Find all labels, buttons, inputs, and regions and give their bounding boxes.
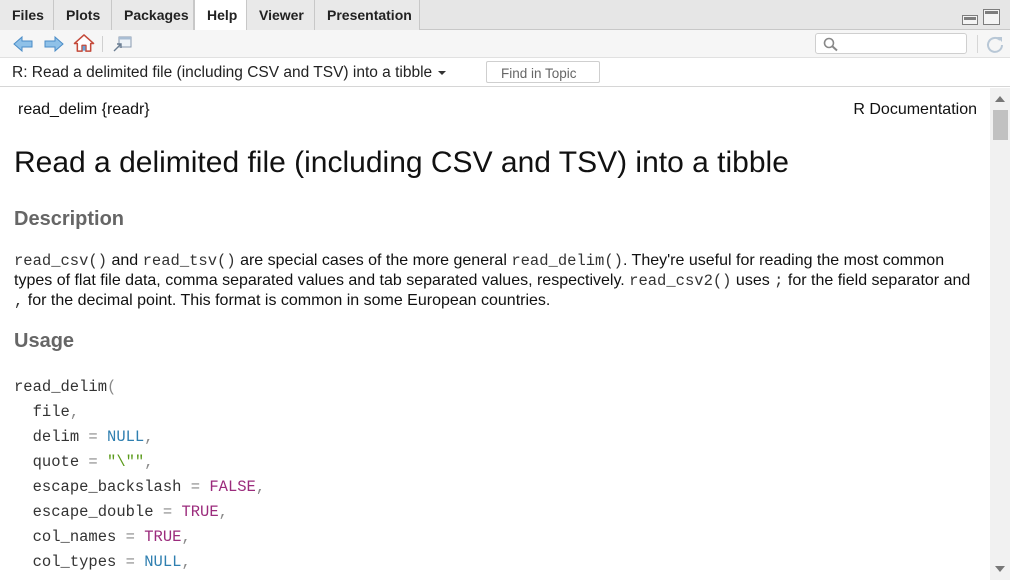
refresh-icon[interactable] (985, 34, 1005, 54)
help-search-input[interactable] (842, 36, 966, 53)
code-punct: , (69, 403, 80, 421)
find-in-topic-box (486, 61, 607, 83)
code-punct: , (181, 528, 191, 546)
tab-label: Presentation (327, 7, 412, 23)
code-punct: = (116, 553, 145, 571)
topic-title: R: Read a delimited file (including CSV … (12, 64, 433, 81)
doc-title: Read a delimited file (including CSV and… (14, 146, 789, 179)
toolbar-separator (977, 35, 978, 53)
tab-viewer[interactable]: Viewer (247, 0, 315, 30)
inline-code: read_delim() (511, 252, 623, 270)
back-arrow-icon[interactable] (12, 34, 34, 54)
inline-code: read_csv2() (629, 272, 732, 290)
text-run: and (107, 252, 143, 269)
code-arg: quote (32, 453, 80, 471)
help-toolbar (0, 30, 1010, 58)
usage-heading: Usage (14, 330, 75, 352)
inline-code: , (14, 292, 24, 310)
doc-source-label: R Documentation (853, 101, 977, 118)
scroll-down-arrow-icon[interactable] (995, 566, 1005, 572)
code-punct: , (255, 478, 266, 496)
code-punct: , (144, 428, 154, 446)
doc-topic-name: read_delim {readr} (18, 101, 150, 118)
code-value: TRUE (181, 503, 219, 521)
code-arg: escape_double (32, 503, 154, 521)
toolbar-separator (102, 36, 103, 52)
code-punct: = (181, 478, 210, 496)
description-heading: Description (14, 208, 125, 230)
code-value: NULL (107, 428, 145, 446)
code-value: NULL (144, 553, 182, 571)
home-icon[interactable] (73, 33, 95, 53)
scroll-up-arrow-icon[interactable] (995, 96, 1005, 102)
help-content: read_delim {readr} R Documentation Read … (0, 88, 990, 580)
minimize-pane-button[interactable] (962, 15, 978, 25)
tab-files[interactable]: Files (0, 0, 54, 30)
code-value: TRUE (144, 528, 182, 546)
find-in-topic-input[interactable] (499, 65, 607, 82)
text-run: are special cases of the more general (235, 252, 512, 269)
code-arg: file (32, 403, 70, 421)
code-punct: = (116, 528, 145, 546)
text-run: for the field separator and (783, 272, 971, 289)
usage-code-block: read_delim( file, delim = NULL, quote = … (14, 375, 265, 575)
tab-label: Viewer (259, 7, 304, 23)
code-arg: escape_backslash (32, 478, 182, 496)
tab-plots[interactable]: Plots (54, 0, 112, 30)
code-arg: col_types (32, 553, 117, 571)
text-run: for the decimal point. This format is co… (23, 292, 551, 309)
tab-label: Help (207, 7, 238, 23)
code-punct: ( (107, 378, 117, 396)
code-punct: = (153, 503, 182, 521)
tab-help[interactable]: Help (194, 0, 247, 31)
code-punct: , (218, 503, 228, 521)
inline-code: read_csv() (14, 252, 108, 270)
tab-packages[interactable]: Packages (112, 0, 194, 30)
show-in-window-icon[interactable] (112, 34, 134, 54)
code-arg: delim (32, 428, 80, 446)
description-paragraph: read_csv() and read_tsv() are special ca… (14, 251, 984, 311)
code-punct: = (79, 453, 108, 471)
code-punct: = (79, 428, 108, 446)
tab-presentation[interactable]: Presentation (315, 0, 420, 30)
tab-label: Plots (66, 7, 101, 23)
doc-header: read_delim {readr} R Documentation (18, 101, 977, 119)
inline-code: read_tsv() (142, 252, 236, 270)
maximize-pane-button[interactable] (983, 9, 1000, 25)
text-run: uses (731, 272, 775, 289)
pane-tab-bar: Files Plots Packages Help Viewer Present… (0, 0, 1010, 31)
pane-window-controls (962, 9, 1000, 25)
help-search-box (815, 33, 967, 54)
topic-selector[interactable]: R: Read a delimited file (including CSV … (12, 64, 447, 82)
vertical-scrollbar[interactable] (990, 88, 1010, 580)
forward-arrow-icon[interactable] (43, 34, 65, 54)
search-icon (823, 37, 838, 52)
code-value: "\"" (107, 453, 145, 471)
code-arg: col_names (32, 528, 117, 546)
code-fn-name: read_delim (14, 378, 108, 396)
tab-label: Files (12, 7, 44, 23)
code-punct: , (144, 453, 154, 471)
caret-down-icon (438, 70, 447, 75)
code-punct: , (181, 553, 191, 571)
code-value: FALSE (209, 478, 256, 496)
topic-bar: R: Read a delimited file (including CSV … (0, 58, 1010, 87)
tab-label: Packages (124, 7, 189, 23)
scrollbar-thumb[interactable] (993, 110, 1008, 140)
